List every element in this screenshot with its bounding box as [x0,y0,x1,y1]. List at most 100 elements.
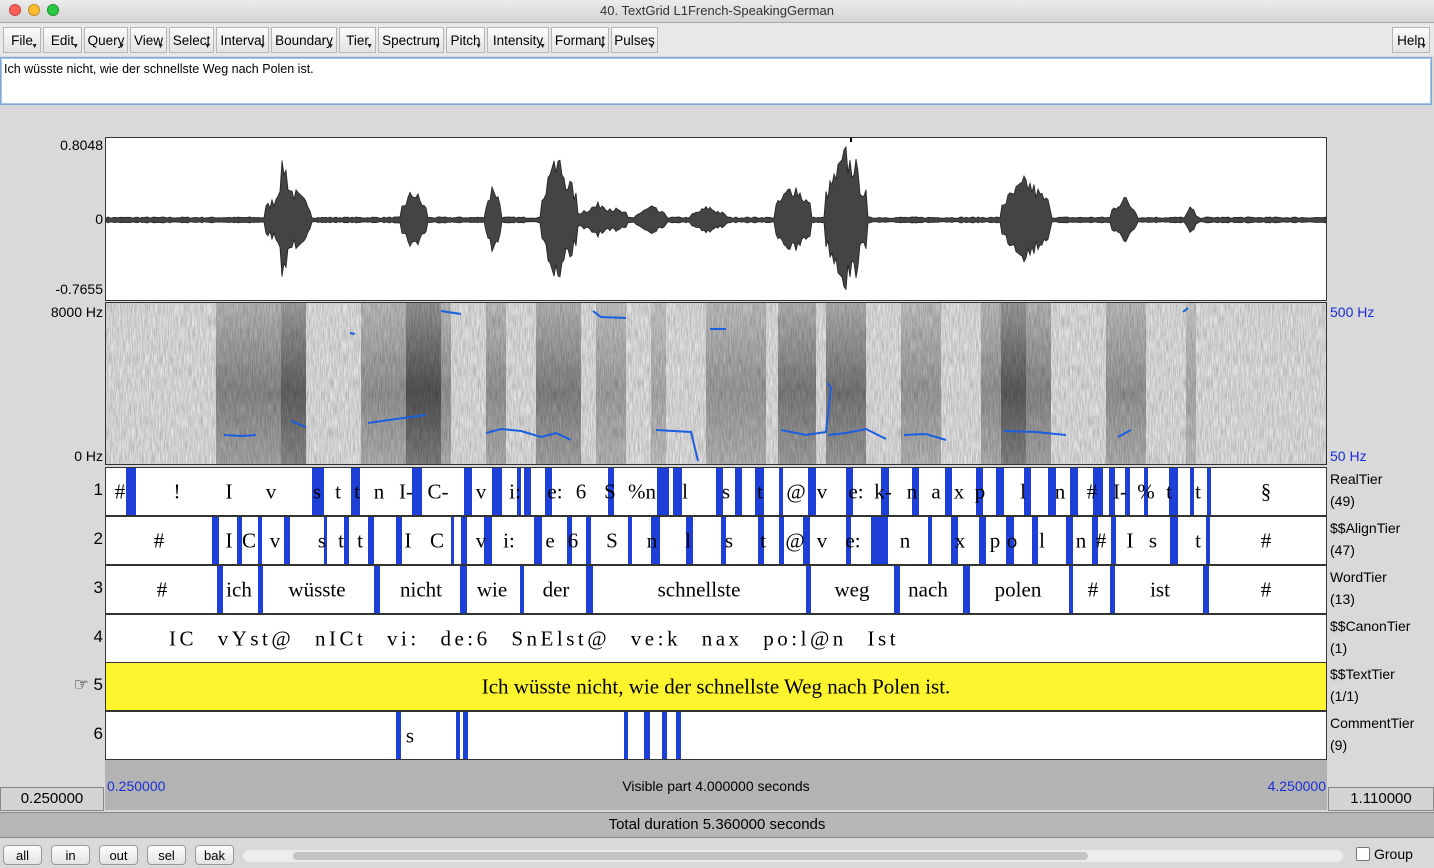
boundary-marker[interactable] [258,517,262,564]
boundary-marker[interactable] [735,468,742,515]
boundary-marker[interactable] [463,712,468,759]
interval-label[interactable]: t [1195,528,1201,553]
boundary-marker[interactable] [368,517,374,564]
interval-label[interactable]: s [318,528,326,553]
interval-label[interactable]: § [1261,479,1272,504]
interval-label[interactable]: s [725,528,733,553]
interval-label[interactable]: wie [477,577,507,602]
boundary-marker[interactable] [374,566,380,613]
interval-label[interactable]: l [682,479,688,504]
interval-label[interactable]: l [685,528,691,553]
tier-1[interactable]: #! Iv s t t n I- C-v i: e: 6 S %n l s t @ v e: k-n a x p l n # I-%… [105,467,1327,516]
interval-label[interactable]: %n [628,479,656,504]
interval-label[interactable]: ! [174,479,181,504]
interval-label[interactable]: v [817,479,828,504]
boundary-marker[interactable] [808,468,816,515]
interval-label[interactable]: I [226,479,233,504]
interval-label[interactable]: ist [1150,577,1170,602]
boundary-marker[interactable] [586,566,593,613]
interval-label[interactable]: v [476,479,487,504]
interval-label[interactable]: n [1055,479,1066,504]
interval-label[interactable]: I- [399,479,413,504]
interval-label[interactable]: p [975,479,986,504]
boundary-marker[interactable] [871,517,888,564]
boundary-marker[interactable] [1110,566,1115,613]
tier-name-6[interactable]: CommentTier (9) [1330,712,1414,756]
boundary-marker[interactable] [676,712,681,759]
interval-label[interactable]: e: [848,479,863,504]
spectrogram-panel[interactable] [105,302,1327,465]
interval-label[interactable]: # [115,479,126,504]
window-start-box[interactable]: 0.250000 [0,787,104,811]
interval-label[interactable]: IC vYst@ nICt vi: de:6 SnElst@ ve:k nax … [169,626,899,651]
interval-label[interactable]: weg [835,577,870,602]
interval-label[interactable]: x [955,528,966,553]
interval-label[interactable]: l [1039,528,1045,553]
tier-name-3[interactable]: WordTier (13) [1330,566,1387,610]
interval-label[interactable]: I- [1113,479,1127,504]
menu-file[interactable]: File ▼ [3,27,41,53]
interval-label[interactable]: @ [785,528,804,553]
boundary-marker[interactable] [779,517,784,564]
interval-label[interactable]: v [476,528,487,553]
interval-label[interactable]: t [1166,479,1172,504]
interval-label[interactable]: n [647,528,658,553]
menu-view[interactable]: View ▼ [130,27,167,53]
tier-5[interactable]: Ich wüsste nicht, wie der schnellste Weg… [105,662,1327,711]
menu-spectrum[interactable]: Spectrum ▼ [378,27,444,53]
boundary-marker[interactable] [996,468,1004,515]
boundary-marker[interactable] [456,712,460,759]
boundary-marker[interactable] [1206,517,1210,564]
menu-tier[interactable]: Tier ▼ [339,27,376,53]
menu-intensity[interactable]: Intensity ▼ [487,27,549,53]
boundary-marker[interactable] [657,468,669,515]
interval-label[interactable]: v [266,479,277,504]
boundary-marker[interactable] [344,517,349,564]
menu-pulses[interactable]: Pulses ▼ [611,27,658,53]
tier-2[interactable]: # I Cv s t t I Cv i: e 6 Sn l s t @ v e: n x p o l n # Is t # [105,516,1327,565]
boundary-marker[interactable] [806,566,811,613]
boundary-marker[interactable] [1032,517,1038,564]
zoom-back-button[interactable]: bak [195,845,234,865]
interval-label[interactable]: e: [547,479,562,504]
boundary-marker[interactable] [1170,517,1178,564]
interval-label[interactable]: 6 [576,479,587,504]
interval-label[interactable]: t [354,479,360,504]
interval-label[interactable]: e: [845,528,860,553]
boundary-marker[interactable] [1190,468,1194,515]
interval-label[interactable]: # [1088,577,1099,602]
interval-text-field[interactable]: Ich wüsste nicht, wie der schnellste Weg… [0,57,1432,105]
scrollbar-thumb[interactable] [293,852,1088,860]
interval-label[interactable]: C- [428,479,449,504]
interval-label[interactable]: s [406,723,414,748]
boundary-marker[interactable] [1070,468,1078,515]
interval-label[interactable]: k- [874,479,892,504]
boundary-marker[interactable] [396,712,401,759]
menu-pitch[interactable]: Pitch ▼ [446,27,485,53]
interval-label[interactable]: # [1087,479,1098,504]
interval-label[interactable]: ich [226,577,252,602]
interval-label[interactable]: n [907,479,918,504]
boundary-marker[interactable] [284,517,290,564]
interval-label[interactable]: Ich wüsste nicht, wie der schnellste Weg… [482,674,951,699]
interval-label[interactable]: I [1127,528,1134,553]
boundary-marker[interactable] [464,468,472,515]
boundary-marker[interactable] [644,712,650,759]
interval-label[interactable]: o [1007,528,1018,553]
boundary-marker[interactable] [451,517,454,564]
boundary-marker[interactable] [1203,566,1209,613]
interval-label[interactable]: # [1261,528,1272,553]
interval-label[interactable]: # [1096,528,1107,553]
interval-label[interactable]: nicht [400,577,442,602]
boundary-marker[interactable] [520,566,524,613]
interval-label[interactable]: schnellste [658,577,741,602]
menu-edit[interactable]: Edit ▼ [43,27,82,53]
interval-label[interactable]: n [1076,528,1087,553]
tier-name-2[interactable]: $$AlignTier (47) [1330,517,1400,561]
boundary-marker[interactable] [624,712,628,759]
interval-label[interactable]: x [954,479,965,504]
boundary-marker[interactable] [1069,566,1073,613]
interval-label[interactable]: 6 [568,528,579,553]
menu-help[interactable]: Help ▼ [1392,27,1430,53]
interval-label[interactable]: # [1261,577,1272,602]
